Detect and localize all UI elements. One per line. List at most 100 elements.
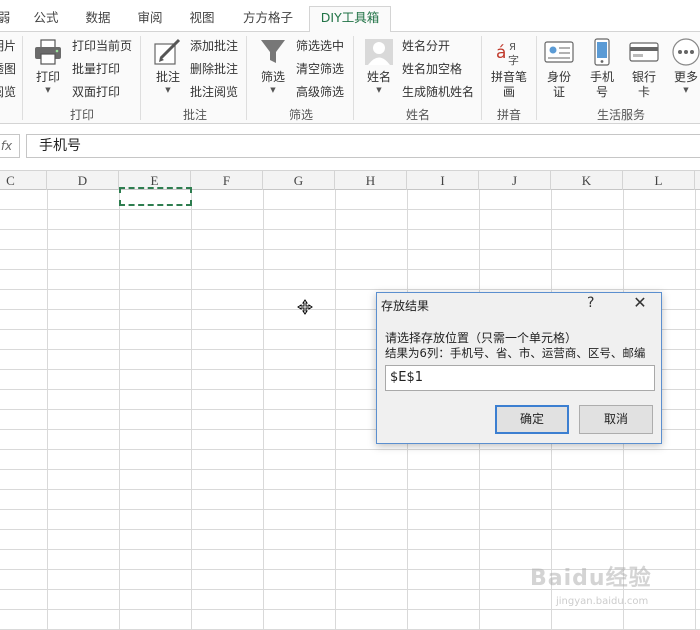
dialog-instruction: 请选择存放位置（只需一个单元格）: [385, 331, 578, 345]
tab-diy-toolbox[interactable]: DIY工具箱: [309, 6, 391, 33]
pinyin-stroke-label-2: 画: [502, 85, 515, 99]
comment-edit-icon: [154, 38, 181, 65]
group-separator: [481, 36, 482, 120]
close-icon[interactable]: ✕: [631, 294, 649, 312]
id-card-button[interactable]: 身份 证: [541, 38, 577, 100]
id-card-icon: [544, 41, 574, 63]
cancel-button[interactable]: 取消: [579, 405, 653, 434]
column-headers: C D E F G H I J K L: [0, 170, 700, 190]
bank-card-label-2: 卡: [637, 85, 650, 99]
tab-data[interactable]: 数据: [78, 7, 118, 32]
phone-number-label-1: 手机: [589, 70, 614, 84]
ribbon-partial-item-1[interactable]: 明片: [0, 38, 16, 54]
id-card-label-1: 身份: [546, 70, 571, 84]
move-cursor-icon: [297, 299, 313, 315]
column-header[interactable]: F: [191, 171, 263, 190]
group-separator: [22, 36, 23, 120]
funnel-icon: [261, 40, 285, 63]
group-separator: [246, 36, 247, 120]
duplex-print-button[interactable]: 双面打印: [72, 84, 120, 100]
chevron-down-icon: ▼: [270, 86, 276, 94]
more-dots-icon: [672, 38, 700, 66]
random-name-button[interactable]: 生成随机姓名: [402, 84, 474, 100]
column-header[interactable]: L: [623, 171, 695, 190]
life-services-group-label: 生活服务: [596, 108, 645, 122]
name-button-label: 姓名: [366, 70, 391, 84]
print-button[interactable]: 打印 ▼: [30, 38, 66, 95]
copy-marquee-cell-e1: [119, 187, 192, 206]
column-header[interactable]: H: [335, 171, 407, 190]
pinyin-icon: á Я 字: [496, 42, 519, 66]
baidu-watermark-url: jingyan.baidu.com: [556, 596, 649, 607]
comment-button[interactable]: 批注 ▼: [150, 38, 186, 95]
formula-input[interactable]: 手机号: [26, 134, 700, 158]
chevron-down-icon: ▼: [376, 86, 382, 94]
ribbon-partial-item-3[interactable]: 阅览: [0, 84, 16, 100]
formula-bar: fx 手机号: [0, 124, 700, 170]
bank-card-label-1: 银行: [631, 70, 656, 84]
help-icon[interactable]: ?: [587, 295, 594, 311]
printer-icon: [35, 39, 61, 65]
filter-group-label: 筛选: [288, 108, 313, 122]
svg-text:á: á: [496, 43, 506, 63]
batch-print-button[interactable]: 批量打印: [72, 61, 120, 77]
ribbon-partial-item-2[interactable]: 透图: [0, 61, 16, 77]
pinyin-group-label: 拼音: [496, 108, 521, 122]
tab-partial[interactable]: 弱: [0, 7, 16, 32]
cell-reference-input[interactable]: $E$1: [385, 365, 655, 391]
ribbon: 明片 透图 阅览 打印 ▼ 打印当前页 批量打印 双面打印 打印 批注 ▼ 添加…: [0, 32, 700, 124]
svg-text:字: 字: [508, 53, 519, 66]
name-add-space-button[interactable]: 姓名加空格: [402, 61, 462, 77]
column-header[interactable]: G: [263, 171, 335, 190]
bank-card-button[interactable]: 银行 卡: [626, 38, 662, 100]
view-comments-button[interactable]: 批注阅览: [190, 84, 238, 100]
print-current-page-button[interactable]: 打印当前页: [72, 38, 132, 54]
group-separator: [140, 36, 141, 120]
clear-filter-button[interactable]: 清空筛选: [296, 61, 344, 77]
bank-card-icon: [629, 42, 659, 62]
split-name-button[interactable]: 姓名分开: [402, 38, 450, 54]
more-button-label: 更多: [673, 70, 698, 84]
column-header[interactable]: D: [47, 171, 119, 190]
column-header[interactable]: K: [551, 171, 623, 190]
print-button-label: 打印: [35, 70, 60, 84]
filter-selected-button[interactable]: 筛选选中: [296, 38, 344, 54]
tab-review[interactable]: 审阅: [130, 7, 170, 32]
tab-view[interactable]: 视图: [182, 7, 222, 32]
id-card-label-2: 证: [552, 85, 565, 99]
advanced-filter-button[interactable]: 高级筛选: [296, 84, 344, 100]
baidu-watermark: Baidu经验: [530, 566, 652, 591]
name-group-label: 姓名: [405, 108, 430, 122]
tab-fangfang[interactable]: 方方格子: [236, 7, 300, 32]
add-comment-button[interactable]: 添加批注: [190, 38, 238, 54]
chevron-down-icon: ▼: [683, 86, 689, 94]
person-icon: [365, 39, 393, 65]
dialog-result-note: 结果为6列：手机号、省、市、运营商、区号、邮编: [385, 346, 646, 360]
ok-button[interactable]: 确定: [495, 405, 569, 434]
comment-group-label: 批注: [182, 108, 207, 122]
name-button[interactable]: 姓名 ▼: [361, 38, 397, 95]
mobile-phone-icon: [594, 38, 610, 66]
column-header[interactable]: C: [0, 171, 47, 190]
filter-button[interactable]: 筛选 ▼: [255, 38, 291, 95]
chevron-down-icon: ▼: [165, 86, 171, 94]
filter-button-label: 筛选: [260, 70, 285, 84]
chevron-down-icon: ▼: [45, 86, 51, 94]
phone-number-label-2: 号: [595, 85, 608, 99]
delete-comment-button[interactable]: 删除批注: [190, 61, 238, 77]
column-header[interactable]: I: [407, 171, 479, 190]
pinyin-stroke-label-1: 拼音笔: [490, 70, 527, 84]
svg-text:Я: Я: [509, 42, 516, 53]
more-button[interactable]: 更多 ▼: [668, 38, 700, 95]
store-result-dialog: 存放结果 ? ✕ 请选择存放位置（只需一个单元格） 结果为6列：手机号、省、市、…: [376, 292, 662, 444]
pinyin-stroke-button[interactable]: á Я 字 拼音笔 画: [486, 38, 532, 100]
ribbon-tab-bar: 弱 公式 数据 审阅 视图 方方格子 DIY工具箱: [0, 0, 700, 33]
phone-number-button[interactable]: 手机 号: [584, 38, 620, 100]
dialog-title: 存放结果: [381, 299, 430, 313]
comment-button-label: 批注: [155, 70, 180, 84]
print-group-label: 打印: [69, 108, 94, 122]
group-separator: [536, 36, 537, 120]
insert-function-button[interactable]: fx: [0, 134, 20, 158]
column-header[interactable]: J: [479, 171, 551, 190]
tab-formulas[interactable]: 公式: [26, 7, 66, 32]
